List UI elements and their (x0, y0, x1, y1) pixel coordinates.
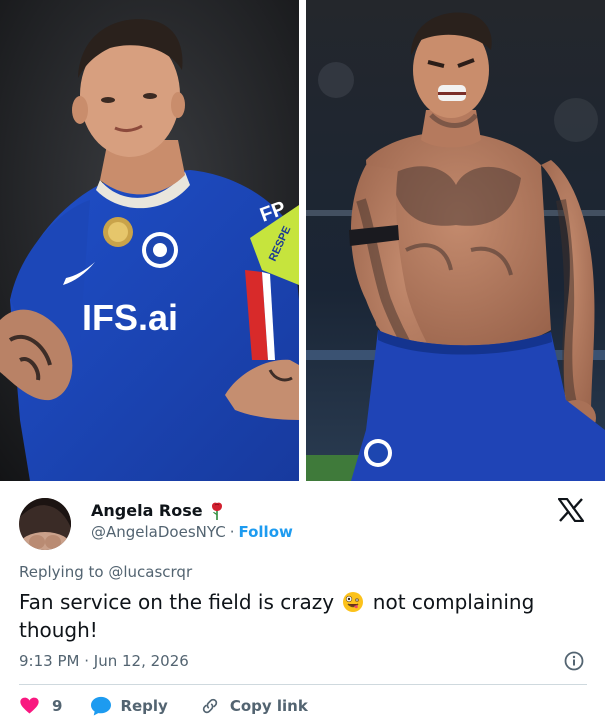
zany-face-emoji (342, 591, 364, 613)
tweet-actions: 9 Reply Copy link (19, 694, 308, 718)
embedded-tweet: Angela Rose @AngelaDoesNYC · Follow Replyi… (0, 481, 605, 728)
reply-prefix: Replying to (19, 563, 109, 581)
tweet-date: Jun 12, 2026 (93, 652, 189, 670)
author-avatar[interactable] (19, 498, 71, 550)
tweet-text-part-1: Fan service on the field is crazy (19, 590, 335, 614)
author-handle-row: @AngelaDoesNYC · Follow (91, 523, 293, 541)
author-name-row: Angela Rose (91, 501, 225, 520)
photo-player-celebrating[interactable] (306, 0, 605, 481)
photo-collage: IFS.ai FP RESPE (0, 0, 605, 481)
like-count: 9 (52, 697, 63, 715)
photo-player-in-kit[interactable]: IFS.ai FP RESPE (0, 0, 299, 481)
like-button[interactable]: 9 (19, 696, 90, 716)
reply-handle-link[interactable]: @lucascrqr (108, 563, 192, 581)
x-logo-icon[interactable] (557, 497, 585, 523)
heart-icon (19, 696, 40, 716)
rose-icon (209, 502, 225, 520)
tweet-timestamp[interactable]: 9:13 PM · Jun 12, 2026 (19, 652, 189, 670)
link-icon (200, 696, 220, 716)
tweet-divider (19, 684, 587, 685)
timestamp-separator: · (84, 652, 90, 670)
reply-bubble-icon (90, 696, 112, 716)
replying-to-line: Replying to @lucascrqr (19, 563, 192, 581)
handle-separator: · (229, 523, 235, 541)
author-display-name[interactable]: Angela Rose (91, 501, 203, 520)
tweet-text: Fan service on the field is crazy not co… (19, 588, 579, 644)
follow-button[interactable]: Follow (238, 523, 292, 541)
copy-link-button[interactable]: Copy link (200, 696, 308, 716)
author-handle[interactable]: @AngelaDoesNYC (91, 523, 226, 541)
copy-link-label: Copy link (229, 697, 308, 715)
tweet-time: 9:13 PM (19, 652, 80, 670)
reply-label: Reply (120, 697, 168, 715)
sponsor-text: IFS.ai (82, 297, 178, 338)
info-icon[interactable] (564, 651, 584, 671)
reply-button[interactable]: Reply (90, 696, 199, 716)
